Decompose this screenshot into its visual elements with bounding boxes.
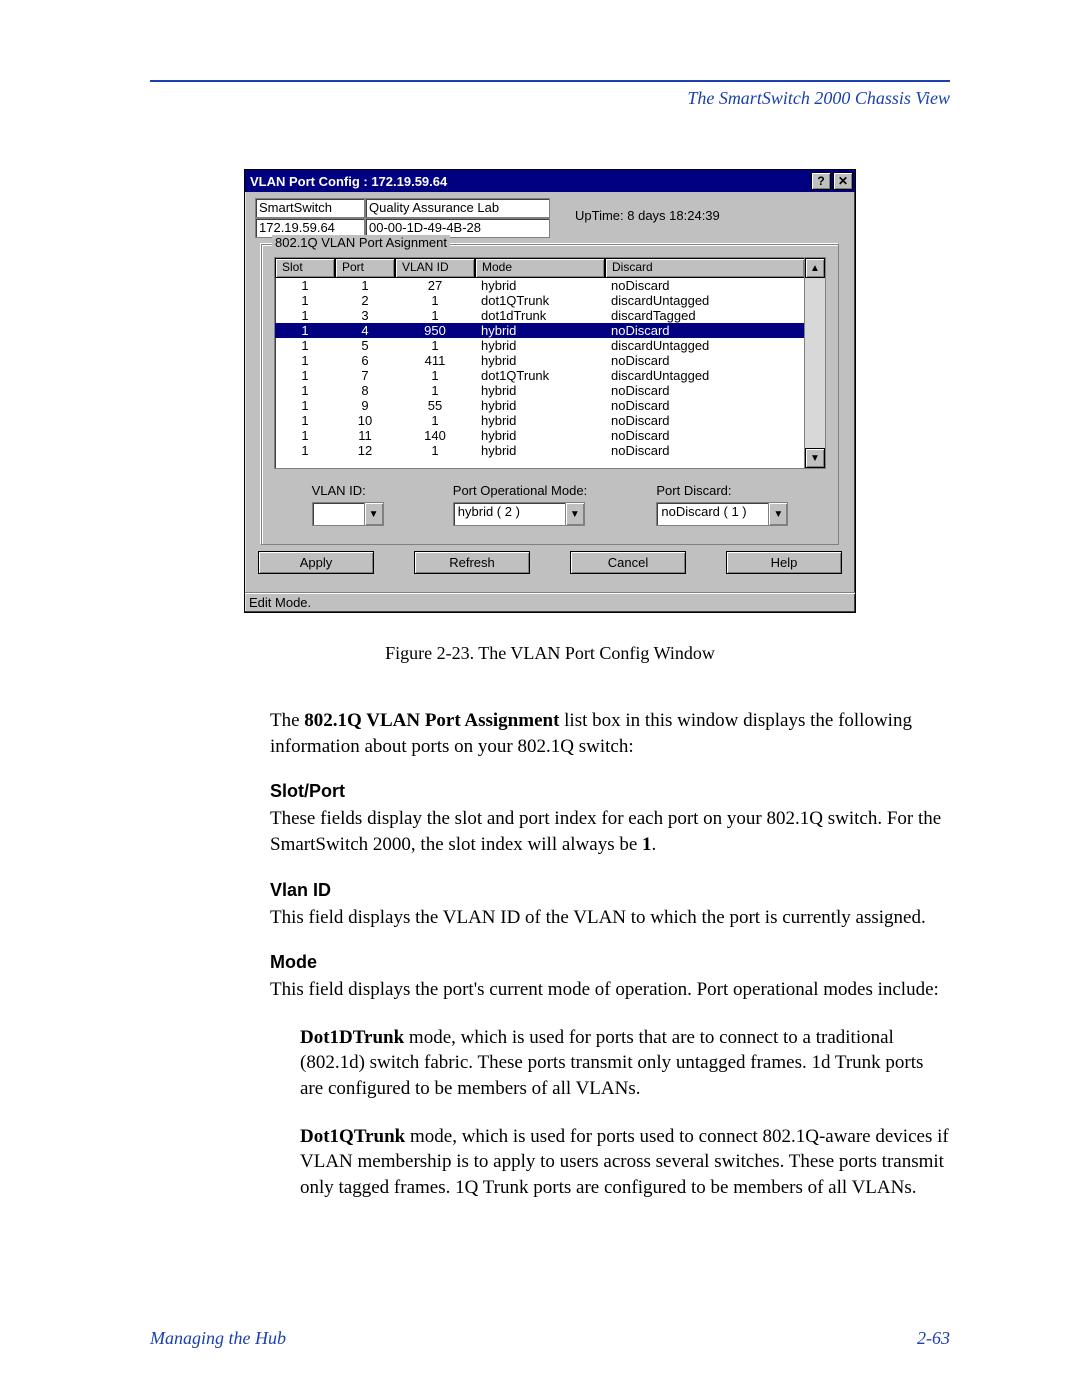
table-row[interactable]: 181hybridnoDiscard	[275, 383, 805, 398]
table-row[interactable]: 1101hybridnoDiscard	[275, 413, 805, 428]
scroll-down-icon[interactable]: ▼	[805, 448, 825, 468]
intro-paragraph: The 802.1Q VLAN Port Assignment list box…	[270, 708, 950, 759]
para-dot1d: Dot1DTrunk mode, which is used for ports…	[300, 1025, 950, 1102]
titlebar[interactable]: VLAN Port Config : 172.19.59.64 ? ✕	[245, 170, 855, 192]
vlan-id-value	[313, 503, 364, 525]
help-icon[interactable]: ?	[811, 172, 831, 190]
vlan-assignment-group: 802.1Q VLAN Port Asignment Slot Port VLA…	[261, 244, 839, 545]
status-bar: Edit Mode.	[245, 592, 855, 612]
cancel-button[interactable]: Cancel	[570, 551, 686, 574]
heading-slot-port: Slot/Port	[270, 781, 950, 802]
column-headers: Slot Port VLAN ID Mode Discard	[275, 258, 805, 278]
scrollbar[interactable]: ▲ ▼	[804, 258, 825, 468]
heading-mode: Mode	[270, 952, 950, 973]
mode-value: hybrid ( 2 )	[454, 503, 565, 525]
col-slot[interactable]: Slot	[275, 258, 335, 278]
col-vlan[interactable]: VLAN ID	[395, 258, 475, 278]
vlan-port-config-dialog: VLAN Port Config : 172.19.59.64 ? ✕ Smar…	[244, 169, 856, 613]
discard-combo[interactable]: noDiscard ( 1 ) ▼	[656, 502, 788, 526]
mode-label: Port Operational Mode:	[453, 483, 587, 498]
figure-caption: Figure 2-23. The VLAN Port Config Window	[150, 643, 950, 664]
chevron-down-icon[interactable]: ▼	[364, 503, 383, 525]
table-row[interactable]: 151hybriddiscardUntagged	[275, 338, 805, 353]
table-row[interactable]: 1121hybridnoDiscard	[275, 443, 805, 458]
footer-right: 2-63	[917, 1328, 950, 1349]
footer-left: Managing the Hub	[150, 1328, 286, 1349]
para-slot-port: These fields display the slot and port i…	[270, 806, 950, 857]
mode-combo[interactable]: hybrid ( 2 ) ▼	[453, 502, 585, 526]
page-header: The SmartSwitch 2000 Chassis View	[150, 88, 950, 109]
scroll-up-icon[interactable]: ▲	[805, 258, 825, 278]
chevron-down-icon[interactable]: ▼	[565, 503, 584, 525]
table-row[interactable]: 16411hybridnoDiscard	[275, 353, 805, 368]
refresh-button[interactable]: Refresh	[414, 551, 530, 574]
device-name-field: SmartSwitch	[255, 198, 365, 218]
table-row[interactable]: 171dot1QTrunkdiscardUntagged	[275, 368, 805, 383]
location-field: Quality Assurance Lab	[365, 198, 550, 218]
table-row[interactable]: 14950hybridnoDiscard	[275, 323, 805, 338]
discard-label: Port Discard:	[656, 483, 731, 498]
col-mode[interactable]: Mode	[475, 258, 605, 278]
header-rule	[150, 80, 950, 82]
table-row[interactable]: 121dot1QTrunkdiscardUntagged	[275, 293, 805, 308]
table-row[interactable]: 1127hybridnoDiscard	[275, 278, 805, 293]
vlan-id-combo[interactable]: ▼	[312, 502, 384, 526]
vlan-id-label: VLAN ID:	[312, 483, 366, 498]
col-port[interactable]: Port	[335, 258, 395, 278]
help-button[interactable]: Help	[726, 551, 842, 574]
uptime-text: UpTime: 8 days 18:24:39	[575, 198, 720, 223]
col-discard[interactable]: Discard	[605, 258, 805, 278]
heading-vlan-id: Vlan ID	[270, 880, 950, 901]
group-caption: 802.1Q VLAN Port Asignment	[272, 235, 450, 250]
close-icon[interactable]: ✕	[833, 172, 853, 190]
table-row[interactable]: 111140hybridnoDiscard	[275, 428, 805, 443]
apply-button[interactable]: Apply	[258, 551, 374, 574]
port-listbox[interactable]: Slot Port VLAN ID Mode Discard 1127hybri…	[274, 257, 826, 469]
chevron-down-icon[interactable]: ▼	[768, 503, 787, 525]
table-row[interactable]: 1955hybridnoDiscard	[275, 398, 805, 413]
para-mode: This field displays the port's current m…	[270, 977, 950, 1003]
para-dot1q: Dot1QTrunk mode, which is used for ports…	[300, 1124, 950, 1201]
discard-value: noDiscard ( 1 )	[657, 503, 768, 525]
para-vlan-id: This field displays the VLAN ID of the V…	[270, 905, 950, 931]
dialog-title: VLAN Port Config : 172.19.59.64	[250, 174, 809, 189]
table-row[interactable]: 131dot1dTrunkdiscardTagged	[275, 308, 805, 323]
